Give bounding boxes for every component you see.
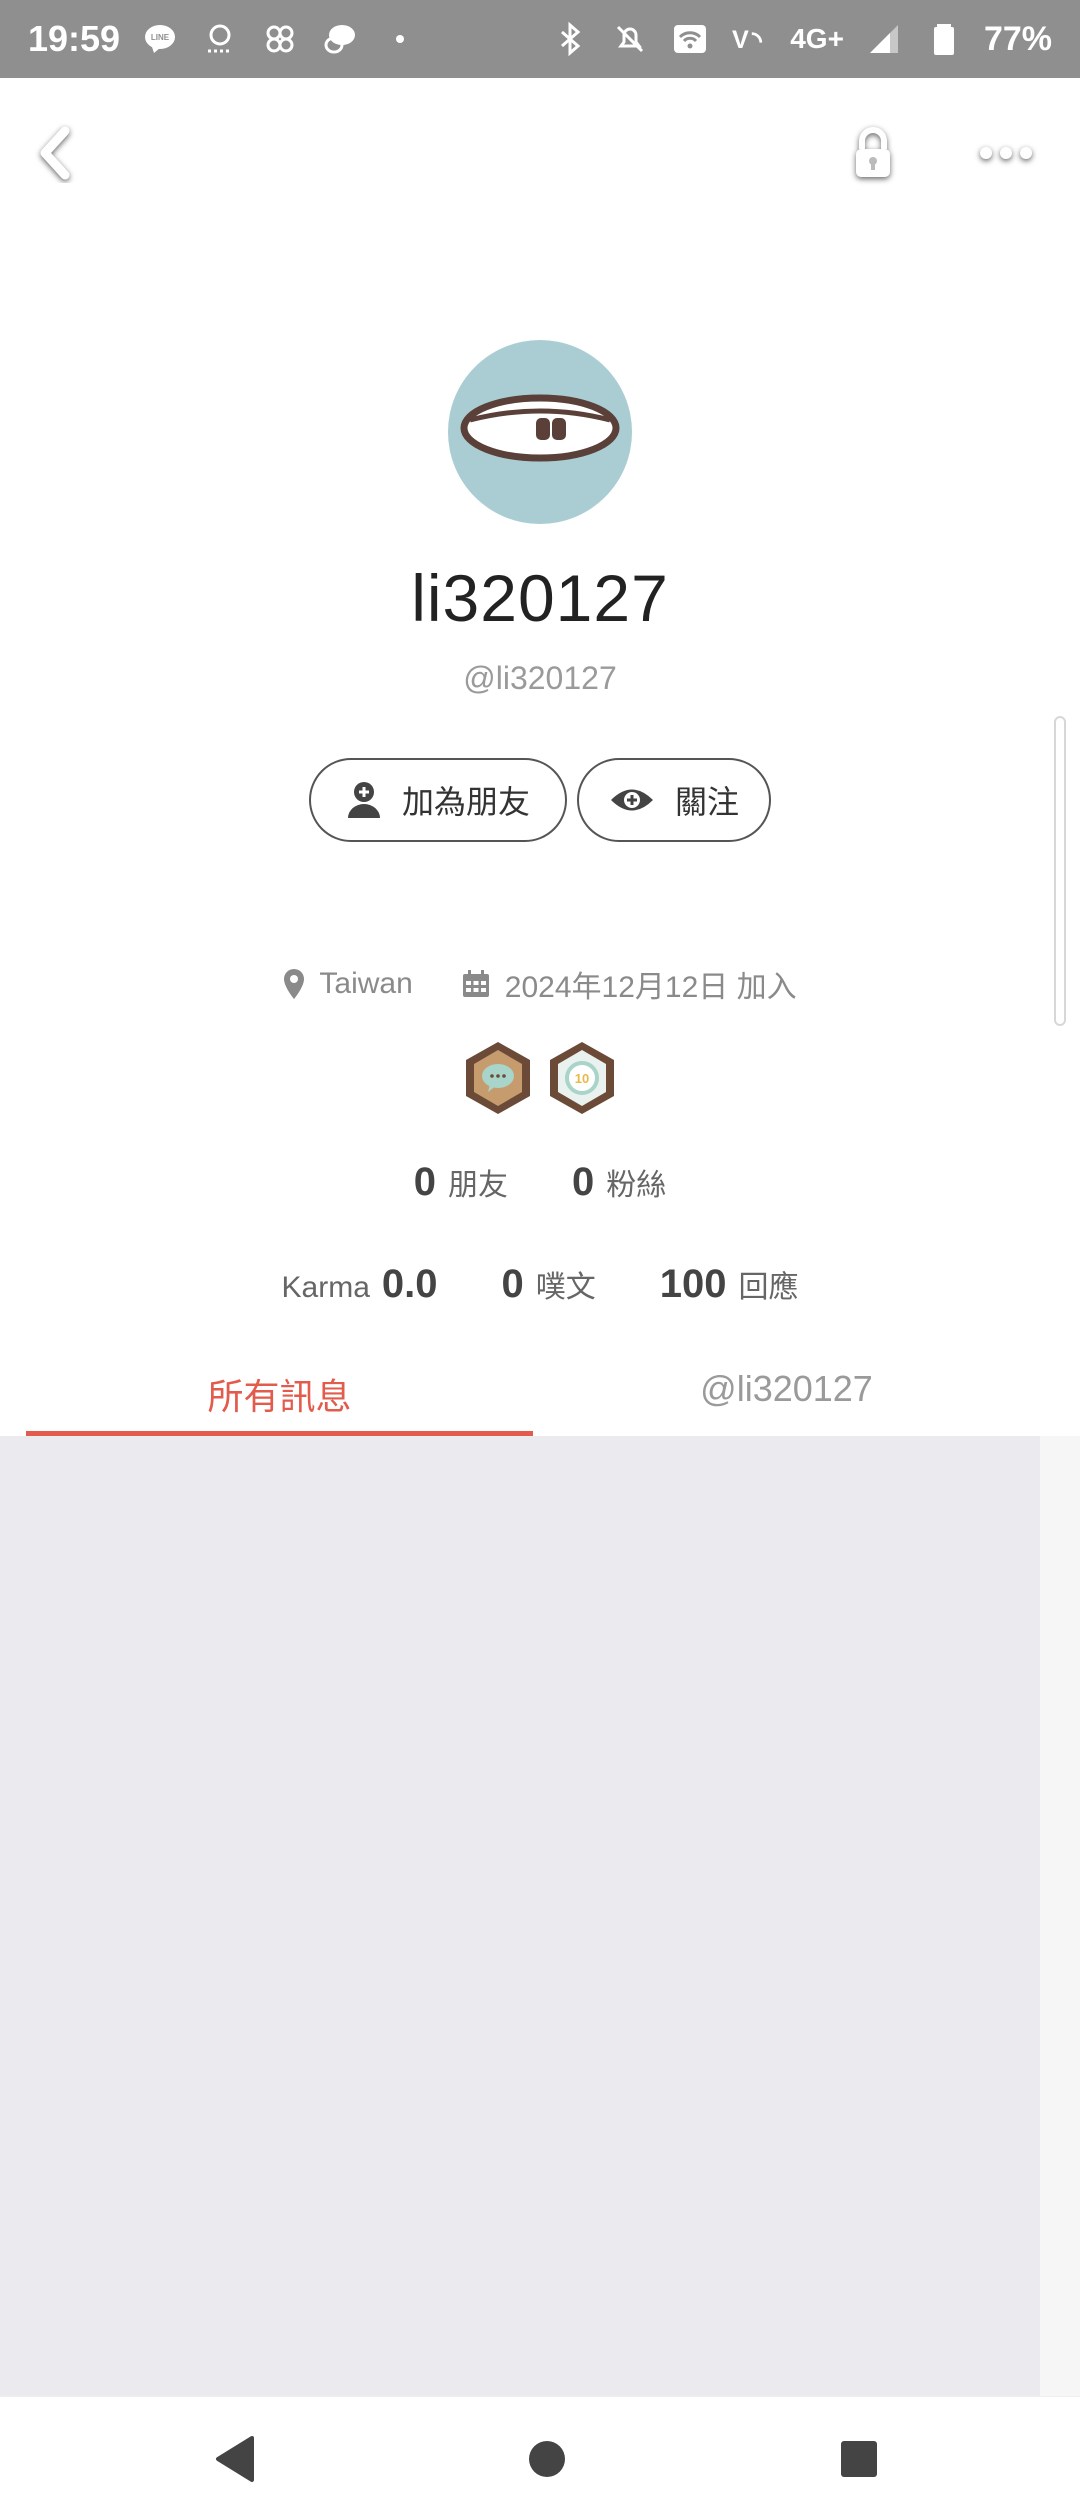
follow-label: 關注 xyxy=(674,784,739,820)
mute-bell-icon xyxy=(610,19,650,59)
add-person-icon xyxy=(347,782,380,818)
fans-count[interactable]: 0 xyxy=(572,1160,594,1205)
eye-avatar-image xyxy=(460,394,620,462)
network-type: 4G+ xyxy=(790,23,844,54)
status-time: 19:59 xyxy=(28,18,121,59)
profile-meta: Taiwan 2024年12月12日 加入 xyxy=(0,962,1080,1006)
pinwheel-icon xyxy=(260,19,300,59)
avatar[interactable] xyxy=(448,340,632,524)
tab-mentions[interactable]: @li320127 xyxy=(533,1360,1040,1436)
profile-tabs: 所有訊息 @li320127 xyxy=(26,1360,1040,1436)
more-options-button[interactable] xyxy=(966,118,1046,188)
fans-label[interactable]: 粉絲 xyxy=(606,1160,666,1204)
person-notification-icon xyxy=(200,19,240,59)
status-right: V 4G+ 77% xyxy=(550,19,1052,59)
badges-row: 10 xyxy=(0,1040,1080,1116)
nav-recents-button[interactable] xyxy=(827,2427,891,2491)
back-button[interactable] xyxy=(20,118,90,188)
follow-button[interactable]: 關注 xyxy=(577,758,771,842)
more-notifications-dot-icon xyxy=(380,19,420,59)
status-left: 19:59 LINE xyxy=(28,18,420,60)
status-bar: 19:59 LINE V 4G+ 77% xyxy=(0,0,1080,78)
calendar-icon xyxy=(462,970,489,997)
level-10-badge-icon[interactable]: 10 xyxy=(546,1040,618,1116)
chat-badge-icon[interactable] xyxy=(462,1040,534,1116)
replies-label: 回應 xyxy=(738,1271,799,1304)
display-name: li320127 xyxy=(411,561,669,635)
posts-count: 0 xyxy=(501,1262,524,1306)
nav-back-button[interactable] xyxy=(202,2427,266,2491)
wifi-icon xyxy=(670,19,710,59)
privacy-lock-button[interactable] xyxy=(838,118,908,188)
volte-icon: V xyxy=(730,19,770,59)
lock-icon xyxy=(856,127,890,177)
svg-text:LINE: LINE xyxy=(151,33,170,42)
circle-home-icon xyxy=(529,2441,565,2477)
tab-all-messages[interactable]: 所有訊息 xyxy=(26,1360,533,1436)
add-friend-button[interactable]: 加為朋友 xyxy=(309,758,567,842)
battery-icon xyxy=(924,19,964,59)
chevron-left-icon xyxy=(40,126,70,180)
social-stats: 0 朋友 0 粉絲 xyxy=(0,1160,1080,1205)
timeline-content[interactable] xyxy=(0,1436,1040,2396)
location-text: Taiwan xyxy=(319,967,413,1000)
activity-stats: Karma 0.0 0 噗文 100 回應 xyxy=(0,1262,1080,1307)
signal-icon xyxy=(864,19,904,59)
triangle-back-icon xyxy=(216,2436,254,2482)
posts-label: 噗文 xyxy=(535,1271,596,1304)
location-pin-icon xyxy=(284,969,305,999)
friends-count[interactable]: 0 xyxy=(414,1160,436,1205)
add-friend-label: 加為朋友 xyxy=(401,784,530,820)
friends-label[interactable]: 朋友 xyxy=(448,1160,508,1204)
system-navigation-bar xyxy=(0,2396,1080,2520)
svg-text:10: 10 xyxy=(575,1071,589,1086)
eye-icon xyxy=(610,789,653,811)
nav-home-button[interactable] xyxy=(515,2427,579,2491)
more-horizontal-icon xyxy=(980,147,1032,159)
bluetooth-icon xyxy=(550,19,590,59)
user-handle: @li320127 xyxy=(463,660,617,696)
karma-label: Karma xyxy=(281,1271,370,1304)
joined-date-text: 2024年12月12日 加入 xyxy=(504,971,797,1004)
replies-count: 100 xyxy=(659,1262,727,1306)
scrollbar[interactable] xyxy=(1054,716,1066,1026)
battery-percent: 77% xyxy=(983,19,1052,58)
content-edge xyxy=(1040,1436,1080,2396)
chat-bubble-icon xyxy=(320,19,360,59)
top-app-bar xyxy=(0,78,1080,228)
line-app-icon: LINE xyxy=(140,19,180,59)
karma-value: 0.0 xyxy=(381,1262,438,1306)
square-recents-icon xyxy=(841,2441,877,2477)
svg-text:V: V xyxy=(732,26,749,54)
